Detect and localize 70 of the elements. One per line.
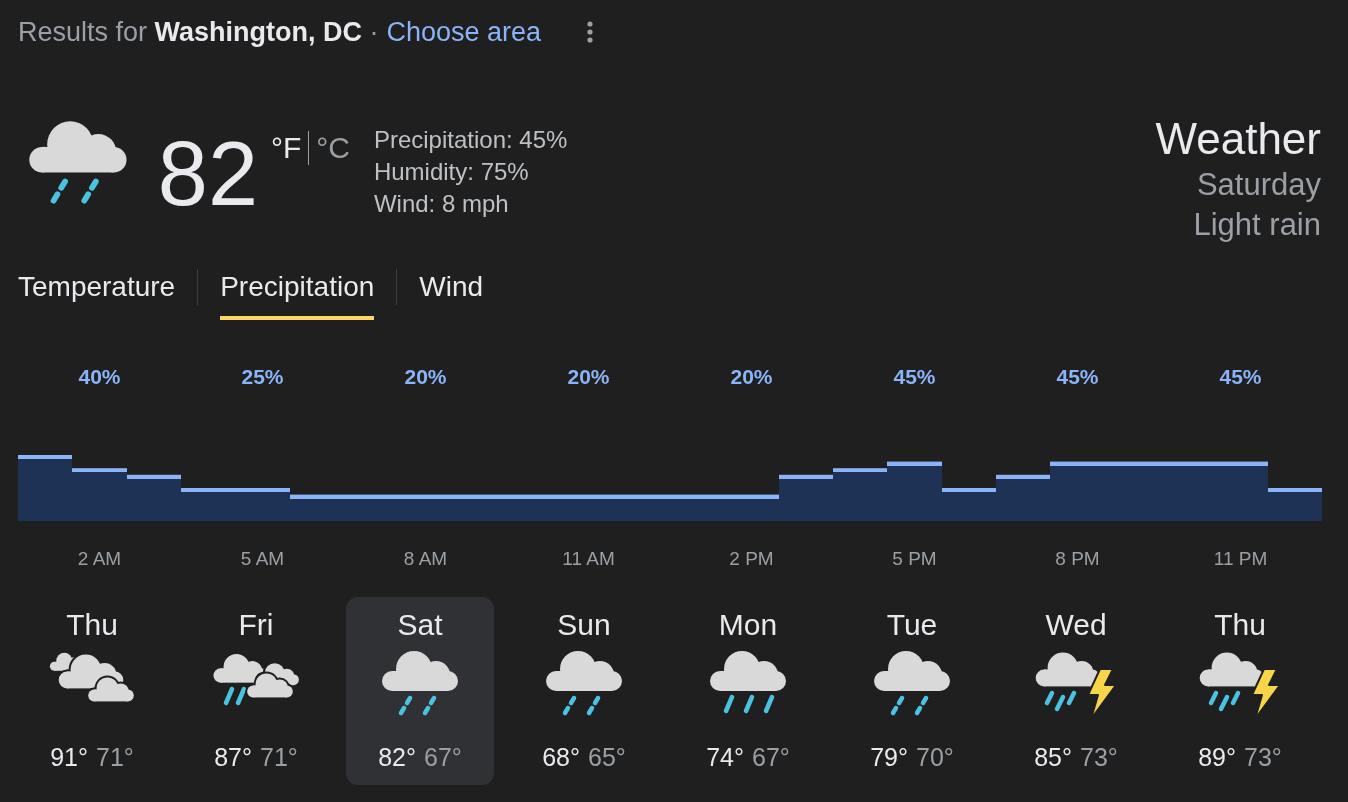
high-temperature: 68° <box>542 743 580 771</box>
chart-tab[interactable]: Temperature <box>18 271 176 320</box>
day-forecast-card[interactable]: Sun 68° 65° <box>510 597 658 785</box>
weather-title: Weather <box>1155 113 1321 165</box>
more-vert-icon <box>587 21 594 43</box>
cloud-rain-icon <box>709 650 787 715</box>
weather-condition: Light rain <box>1193 206 1321 244</box>
hour-label: 8 AM <box>403 547 448 571</box>
hour-label: 11 AM <box>562 547 615 571</box>
low-temperature: 71° <box>96 743 134 771</box>
choose-area-link[interactable]: Choose area <box>386 17 542 47</box>
day-forecast-card[interactable]: Tue 79° 70° <box>838 597 986 785</box>
results-heading: Results for Washington, DC · <box>18 17 379 47</box>
low-temperature: 71° <box>260 743 298 771</box>
high-temperature: 74° <box>706 743 744 771</box>
low-temperature: 67° <box>424 743 462 771</box>
hour-label: 5 PM <box>892 547 937 571</box>
day-name: Fri <box>238 608 274 642</box>
high-temperature: 82° <box>378 743 416 771</box>
chart-tab[interactable]: Precipitation <box>220 271 375 320</box>
cloud-drizzle-icon <box>873 650 951 718</box>
precipitation-value: 45% <box>1219 365 1262 389</box>
hour-label: 2 AM <box>77 547 122 571</box>
precipitation-value: 25% <box>241 365 284 389</box>
weather-day: Saturday <box>1196 165 1321 205</box>
day-forecast-card[interactable]: Wed 85° 73° <box>1002 597 1150 785</box>
day-forecast-card[interactable]: Fri 87° 71° <box>182 597 330 785</box>
weather-detail: Humidity: 75% <box>373 157 530 187</box>
high-temperature: 85° <box>1034 743 1072 771</box>
low-temperature: 67° <box>752 743 790 771</box>
unit-toggle[interactable]: °C <box>316 130 350 166</box>
precipitation-value: 20% <box>730 365 773 389</box>
hour-label: 8 PM <box>1055 547 1100 571</box>
low-temperature: 73° <box>1080 743 1118 771</box>
day-name: Sat <box>397 608 443 642</box>
low-temperature: 70° <box>916 743 954 771</box>
weather-detail: Precipitation: 45% <box>373 125 568 155</box>
unit-toggle[interactable]: °F <box>270 130 302 166</box>
day-forecast-card[interactable]: Thu 89° 73° <box>1166 597 1314 785</box>
day-forecast-card[interactable]: Thu 91° 71° <box>18 597 166 785</box>
high-temperature: 79° <box>870 743 908 771</box>
precipitation-value: 20% <box>567 365 610 389</box>
day-forecast-card[interactable]: Sat 82° 67° <box>346 597 494 785</box>
cloud-drizzle-icon <box>545 650 623 718</box>
cloud-rain-clouds-icon <box>212 653 300 707</box>
precipitation-value: 20% <box>404 365 447 389</box>
low-temperature: 65° <box>588 743 626 771</box>
current-temperature: 82 <box>157 129 258 219</box>
low-temperature: 73° <box>1244 743 1282 771</box>
weather-detail: Wind: 8 mph <box>373 189 510 219</box>
precipitation-value: 40% <box>78 365 121 389</box>
day-name: Wed <box>1045 608 1107 642</box>
high-temperature: 89° <box>1198 743 1236 771</box>
precipitation-value: 45% <box>893 365 936 389</box>
hour-label: 2 PM <box>729 547 774 571</box>
chart-tab[interactable]: Wind <box>419 271 484 320</box>
high-temperature: 91° <box>50 743 88 771</box>
precipitation-value: 45% <box>1056 365 1099 389</box>
clouds-icon <box>48 652 136 704</box>
day-name: Tue <box>886 608 938 642</box>
high-temperature: 87° <box>214 743 252 771</box>
day-name: Sun <box>557 608 611 642</box>
day-forecast-card[interactable]: Mon 74° 67° <box>674 597 822 785</box>
day-name: Thu <box>1214 608 1266 642</box>
hour-label: 11 PM <box>1213 547 1268 571</box>
day-name: Thu <box>66 608 118 642</box>
precipitation-bar <box>18 455 72 521</box>
cloud-drizzle-icon <box>381 650 459 718</box>
hour-label: 5 AM <box>240 547 285 571</box>
day-name: Mon <box>718 608 778 642</box>
